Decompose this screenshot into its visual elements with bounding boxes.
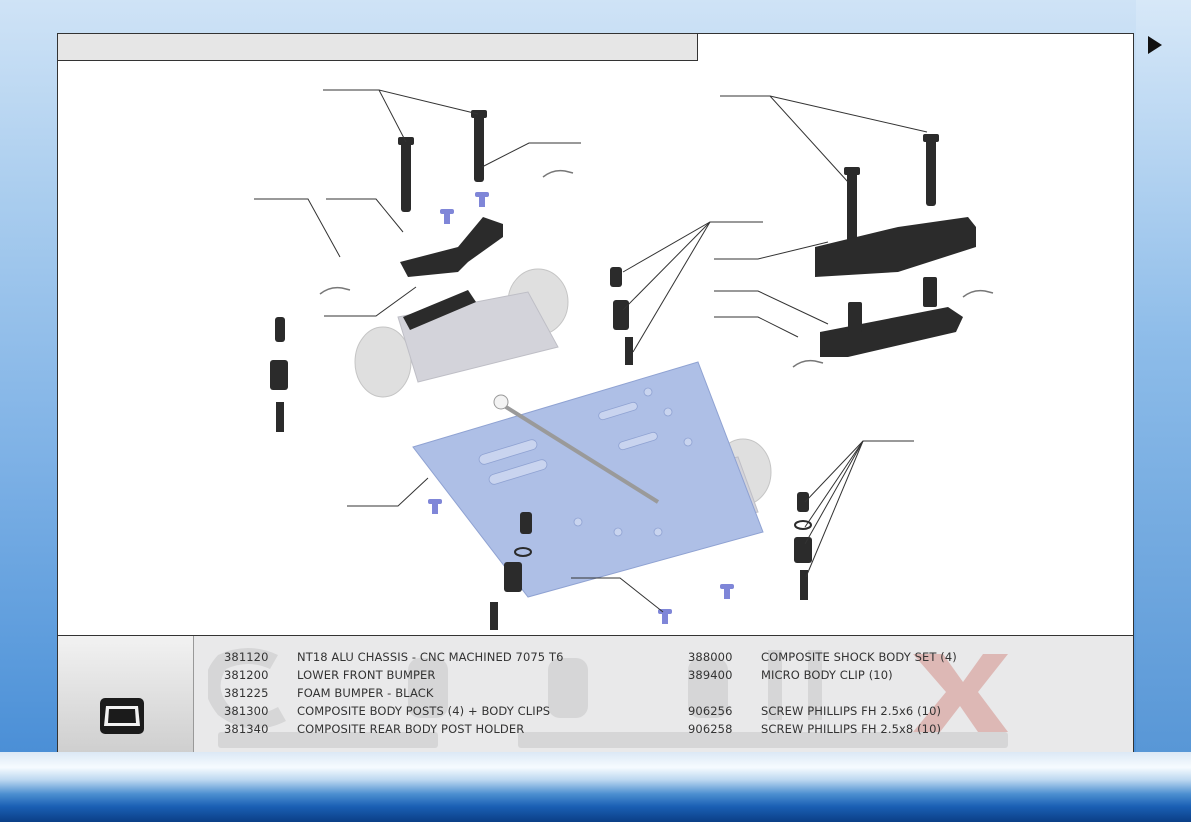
bottom-band-background <box>0 752 1191 822</box>
title-bar <box>58 34 698 61</box>
part-description: SCREW PHILLIPS FH 2.5x6 (10) <box>761 704 942 718</box>
shock-center <box>610 267 633 365</box>
part-row: 381200 LOWER FRONT BUMPER <box>224 668 436 682</box>
section-icon-box <box>58 636 194 752</box>
shock-right <box>794 492 812 600</box>
foam-bumper <box>815 217 976 277</box>
part-row: 906256 SCREW PHILLIPS FH 2.5x6 (10) <box>688 704 941 718</box>
part-row: 381225 FOAM BUMPER - BLACK <box>224 686 434 700</box>
part-row: 389400 MICRO BODY CLIP (10) <box>688 668 893 682</box>
part-number: 906256 <box>688 704 733 718</box>
parts-list: 381120 NT18 ALU CHASSIS - CNC MACHINED 70… <box>194 636 1133 752</box>
part-row: 388000 COMPOSITE SHOCK BODY SET (4) <box>688 650 957 664</box>
part-row: 381120 NT18 ALU CHASSIS - CNC MACHINED 70… <box>224 650 564 664</box>
part-number: 389400 <box>688 668 733 682</box>
part-description: LOWER FRONT BUMPER <box>297 668 436 682</box>
part-number: 388000 <box>688 650 733 664</box>
part-description: COMPOSITE BODY POSTS (4) + BODY CLIPS <box>297 704 551 718</box>
part-row: 381300 COMPOSITE BODY POSTS (4) + BODY CL… <box>224 704 550 718</box>
part-description: FOAM BUMPER - BLACK <box>297 686 434 700</box>
part-number: 906258 <box>688 722 733 736</box>
part-number: 381300 <box>224 704 269 718</box>
part-description: SCREW PHILLIPS FH 2.5x8 (10) <box>761 722 942 736</box>
part-row: 381340 COMPOSITE REAR BODY POST HOLDER <box>224 722 524 736</box>
chassis-plate <box>412 361 764 598</box>
part-number: 381225 <box>224 686 269 700</box>
part-number: 381200 <box>224 668 269 682</box>
play-arrow-icon[interactable] <box>1148 36 1162 54</box>
part-description: MICRO BODY CLIP (10) <box>761 668 893 682</box>
body-posts-front <box>398 110 487 212</box>
rear-body-post-holder <box>400 217 503 277</box>
lower-front-bumper-right <box>820 307 963 357</box>
part-description: COMPOSITE REAR BODY POST HOLDER <box>297 722 525 736</box>
exploded-parts-drawing <box>254 89 994 630</box>
right-side-background <box>1136 0 1191 760</box>
shock-left <box>270 317 288 432</box>
part-description: COMPOSITE SHOCK BODY SET (4) <box>761 650 957 664</box>
part-description: NT18 ALU CHASSIS - CNC MACHINED 7075 T6 <box>297 650 564 664</box>
chassis-plate-icon <box>100 698 144 734</box>
part-number: 381340 <box>224 722 269 736</box>
part-row: 906258 SCREW PHILLIPS FH 2.5x8 (10) <box>688 722 941 736</box>
parts-list-area: 381120 NT18 ALU CHASSIS - CNC MACHINED 70… <box>58 635 1133 752</box>
exploded-view-sheet: 381120 NT18 ALU CHASSIS - CNC MACHINED 70… <box>57 33 1134 752</box>
part-number: 381120 <box>224 650 269 664</box>
